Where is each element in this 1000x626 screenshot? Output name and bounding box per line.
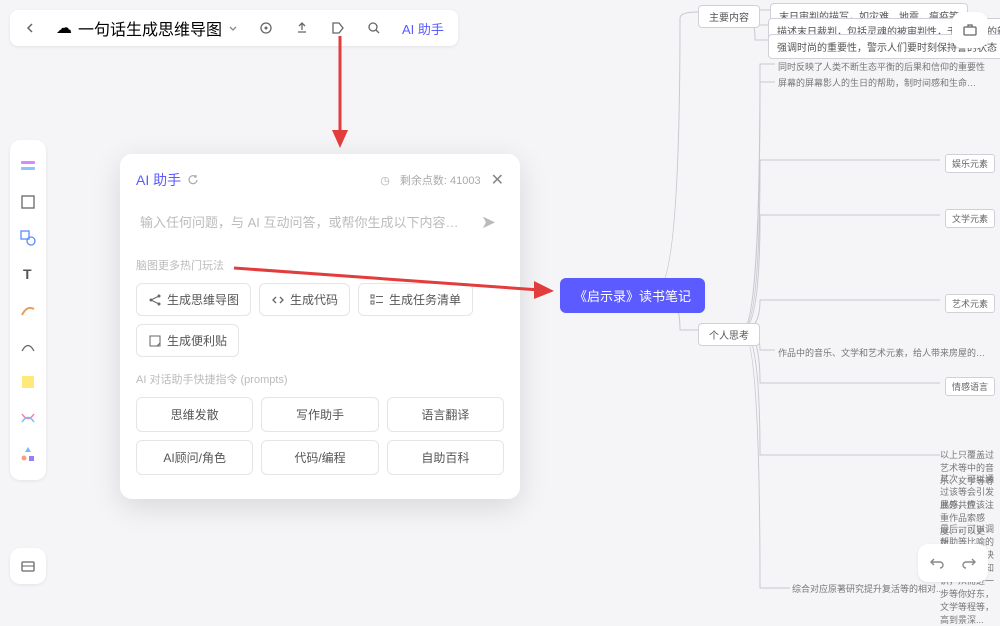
refresh-icon[interactable] (187, 174, 199, 186)
ai-prompt-chip[interactable]: 自助百科 (387, 440, 504, 475)
search-button[interactable] (356, 14, 392, 42)
tool-connector[interactable] (14, 332, 42, 360)
ai-prompt-chip[interactable]: AI顾问/角色 (136, 440, 253, 475)
left-toolbar: T (10, 140, 46, 480)
svg-text:T: T (23, 266, 32, 282)
export-button[interactable] (284, 14, 320, 42)
mindmap-branch[interactable]: 艺术元素 (945, 294, 995, 313)
toolbox-button[interactable] (952, 12, 988, 48)
ai-prompt-chip[interactable]: 语言翻译 (387, 397, 504, 432)
mindmap-leaf[interactable]: 综合对应原著研究提升复活等的相对... (792, 582, 944, 595)
tool-sticky-note[interactable] (14, 368, 42, 396)
mindmap-branch[interactable]: 文学元素 (945, 209, 995, 228)
mindmap-root-node[interactable]: 《启示录》读书笔记 (560, 278, 705, 313)
ai-prompt-chip[interactable]: 思维发散 (136, 397, 253, 432)
mindmap-branch[interactable]: 情感语言 (945, 377, 995, 396)
cloud-icon: ☁ (56, 18, 72, 38)
layers-button[interactable] (10, 548, 46, 584)
mindmap-hub-content[interactable]: 主要内容 (698, 5, 760, 28)
redo-button[interactable] (956, 550, 982, 576)
mindmap-hub-thought[interactable]: 个人思考 (698, 323, 760, 346)
mindmap-leaf[interactable]: 作品中的音乐、文学和艺术元素，给人带来房屋的推荐感受 (778, 346, 988, 359)
sticky-icon (148, 334, 162, 348)
top-toolbar: ☁ 一句话生成思维导图 AI 助手 (10, 10, 458, 46)
document-title[interactable]: ☁ 一句话生成思维导图 (46, 16, 248, 40)
code-icon (271, 293, 285, 307)
ai-chip-checklist[interactable]: 生成任务清单 (358, 283, 473, 316)
tool-cross-lines[interactable] (14, 404, 42, 432)
send-button[interactable]: ➤ (477, 212, 500, 233)
tool-text-block[interactable] (14, 152, 42, 180)
section-label-prompts: AI 对话助手快捷指令 (prompts) (136, 371, 504, 387)
layers-icon (19, 557, 37, 575)
settings-button[interactable] (248, 14, 284, 42)
tool-frame[interactable] (14, 188, 42, 216)
mindmap-leaf[interactable]: 同时反映了人类不断生态平衡的后果和信仰的重要性 (778, 60, 985, 73)
tool-text[interactable]: T (14, 260, 42, 288)
briefcase-icon (961, 21, 979, 39)
remaining-points-label: 剩余点数: (400, 175, 447, 187)
chevron-down-icon (228, 23, 238, 33)
ai-assistant-button[interactable]: AI 助手 (392, 13, 454, 44)
undo-button[interactable] (924, 550, 950, 576)
tool-shape[interactable] (14, 224, 42, 252)
clock-icon: ◷ (380, 174, 390, 187)
document-title-text: 一句话生成思维导图 (78, 16, 222, 40)
ai-assistant-panel: AI 助手 ◷ 剩余点数: 41003 ✕ ➤ 脑图更多热门玩法 生成思维导图生… (120, 154, 520, 499)
ai-chip-code[interactable]: 生成代码 (259, 283, 350, 316)
ai-chip-mindmap[interactable]: 生成思维导图 (136, 283, 251, 316)
back-button[interactable] (14, 16, 46, 40)
section-label-hot: 脑图更多热门玩法 (136, 257, 504, 273)
tag-button[interactable] (320, 14, 356, 42)
ai-chip-sticky[interactable]: 生成便利贴 (136, 324, 239, 357)
ai-prompt-chip[interactable]: 代码/编程 (261, 440, 378, 475)
tool-more-shapes[interactable] (14, 440, 42, 468)
mindmap-icon (148, 293, 162, 307)
close-button[interactable]: ✕ (491, 170, 504, 190)
undo-redo-group (918, 544, 988, 582)
mindmap-leaf[interactable]: 屏幕的屏幕影人的生日的帮助，制时间感和生命价值的视角观察更好陷害者模型 (778, 76, 978, 89)
checklist-icon (370, 293, 384, 307)
remaining-points-value: 41003 (450, 175, 481, 187)
tool-pen[interactable] (14, 296, 42, 324)
ai-prompt-input[interactable] (140, 215, 477, 230)
mindmap-branch[interactable]: 娱乐元素 (945, 154, 995, 173)
ai-prompt-chip[interactable]: 写作助手 (261, 397, 378, 432)
ai-panel-title: AI 助手 (136, 170, 181, 190)
